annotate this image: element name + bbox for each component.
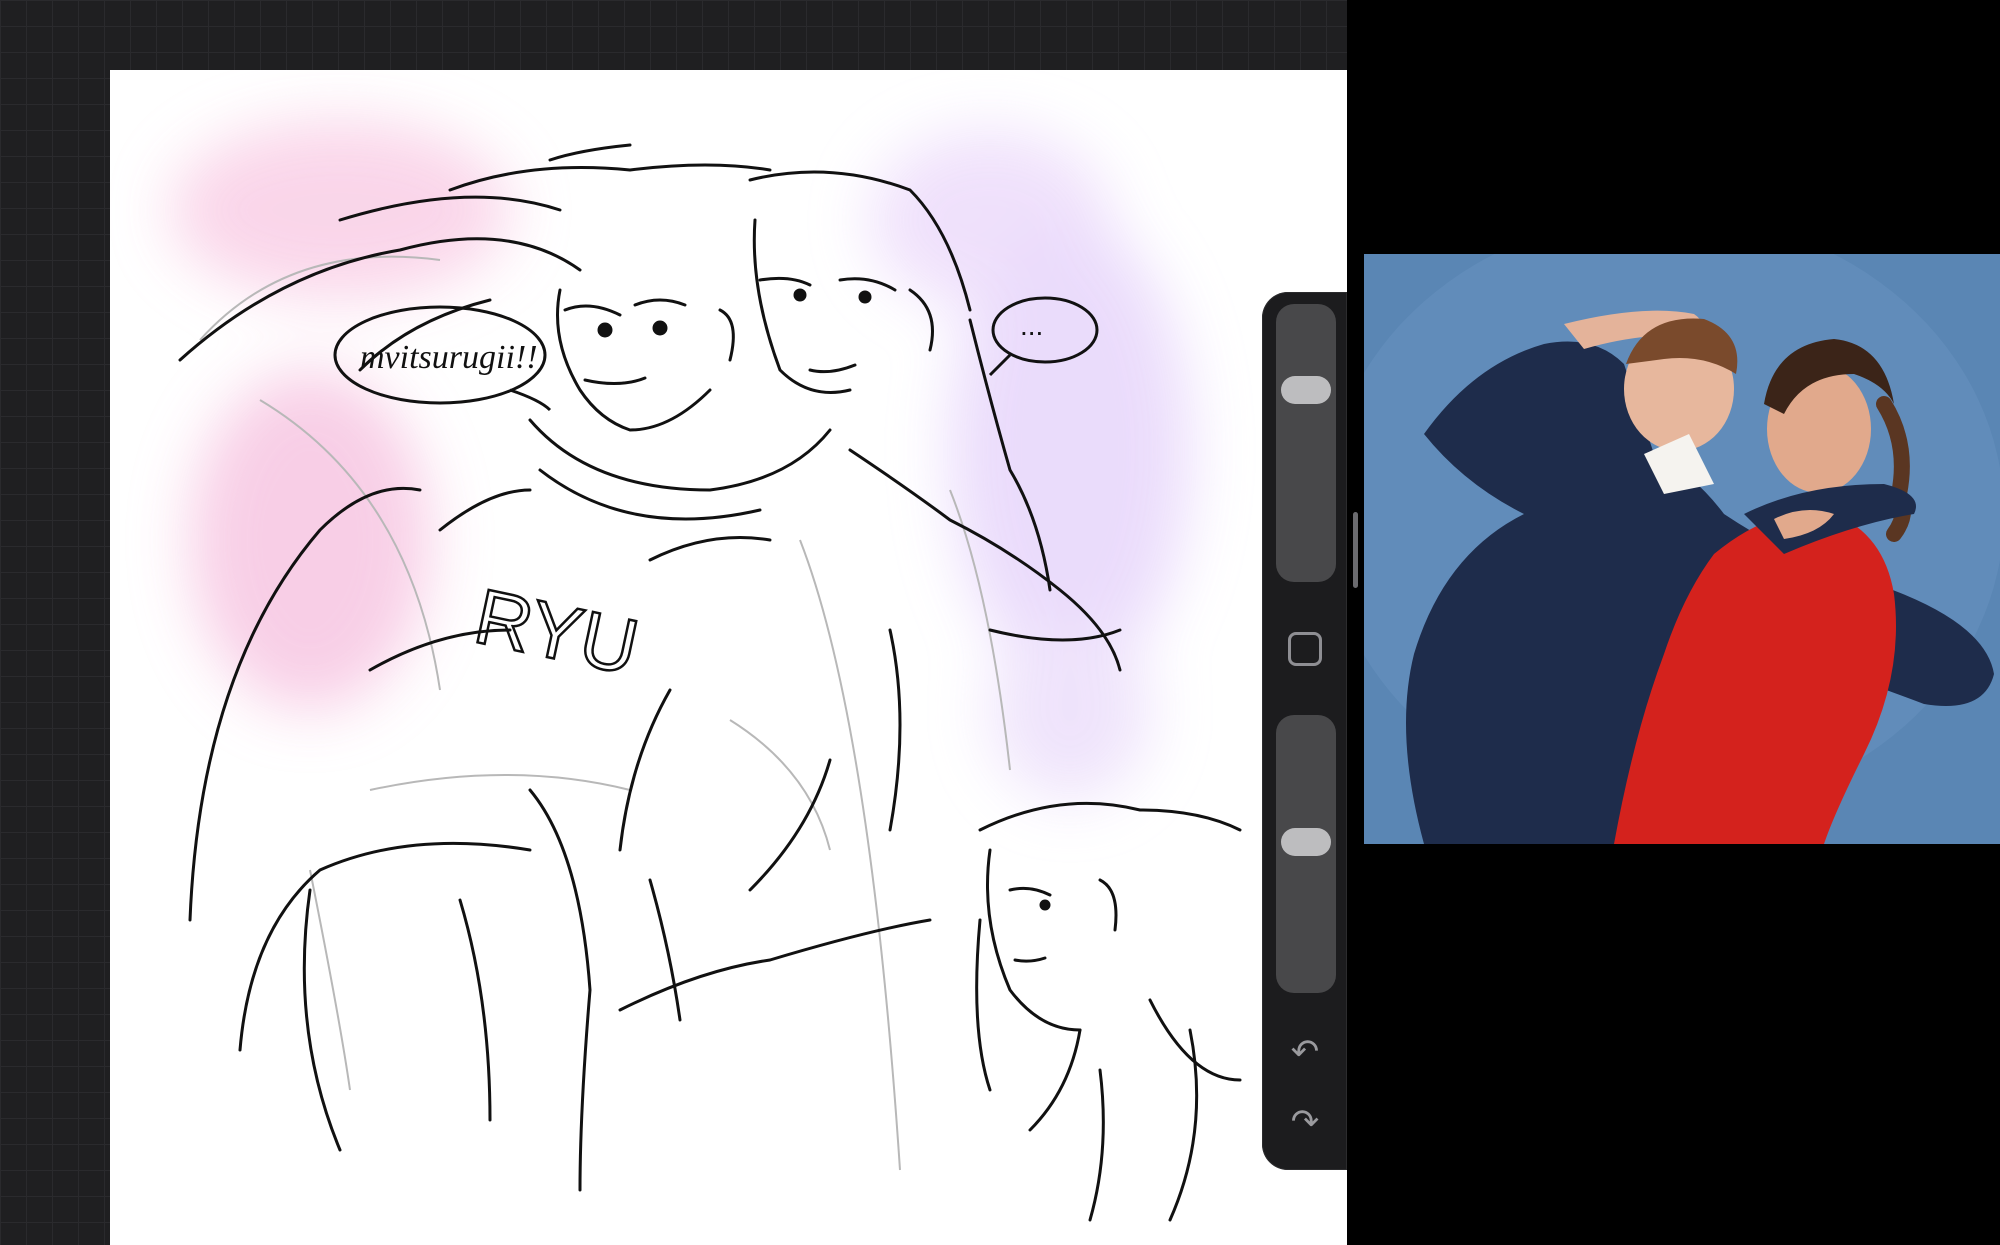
drawing-canvas[interactable]: mvitsurugii!! ... RYU [110,70,1347,1245]
brush-opacity-slider[interactable] [1276,715,1336,993]
brush-sidebar: ↶ ↷ [1262,292,1347,1170]
split-view-handle[interactable] [1353,512,1358,588]
speech-bubble-right-text: ... [1020,310,1043,341]
brush-size-thumb[interactable] [1281,376,1331,405]
sketch-artwork: mvitsurugii!! ... RYU [170,120,1347,1222]
reference-photo [1364,254,2000,844]
redo-arrow-icon[interactable]: ↷ [1282,1102,1328,1142]
speech-bubble-left-text: mvitsurugii!! [360,339,538,376]
undo-arrow-icon[interactable]: ↶ [1282,1032,1328,1072]
brush-size-slider[interactable] [1276,304,1336,582]
shirt-lettering: RYU [468,571,646,691]
brush-opacity-thumb[interactable] [1281,828,1331,856]
reference-photo-panel[interactable] [1364,254,2000,844]
color-wash [170,120,1190,800]
modify-button[interactable] [1288,632,1322,666]
